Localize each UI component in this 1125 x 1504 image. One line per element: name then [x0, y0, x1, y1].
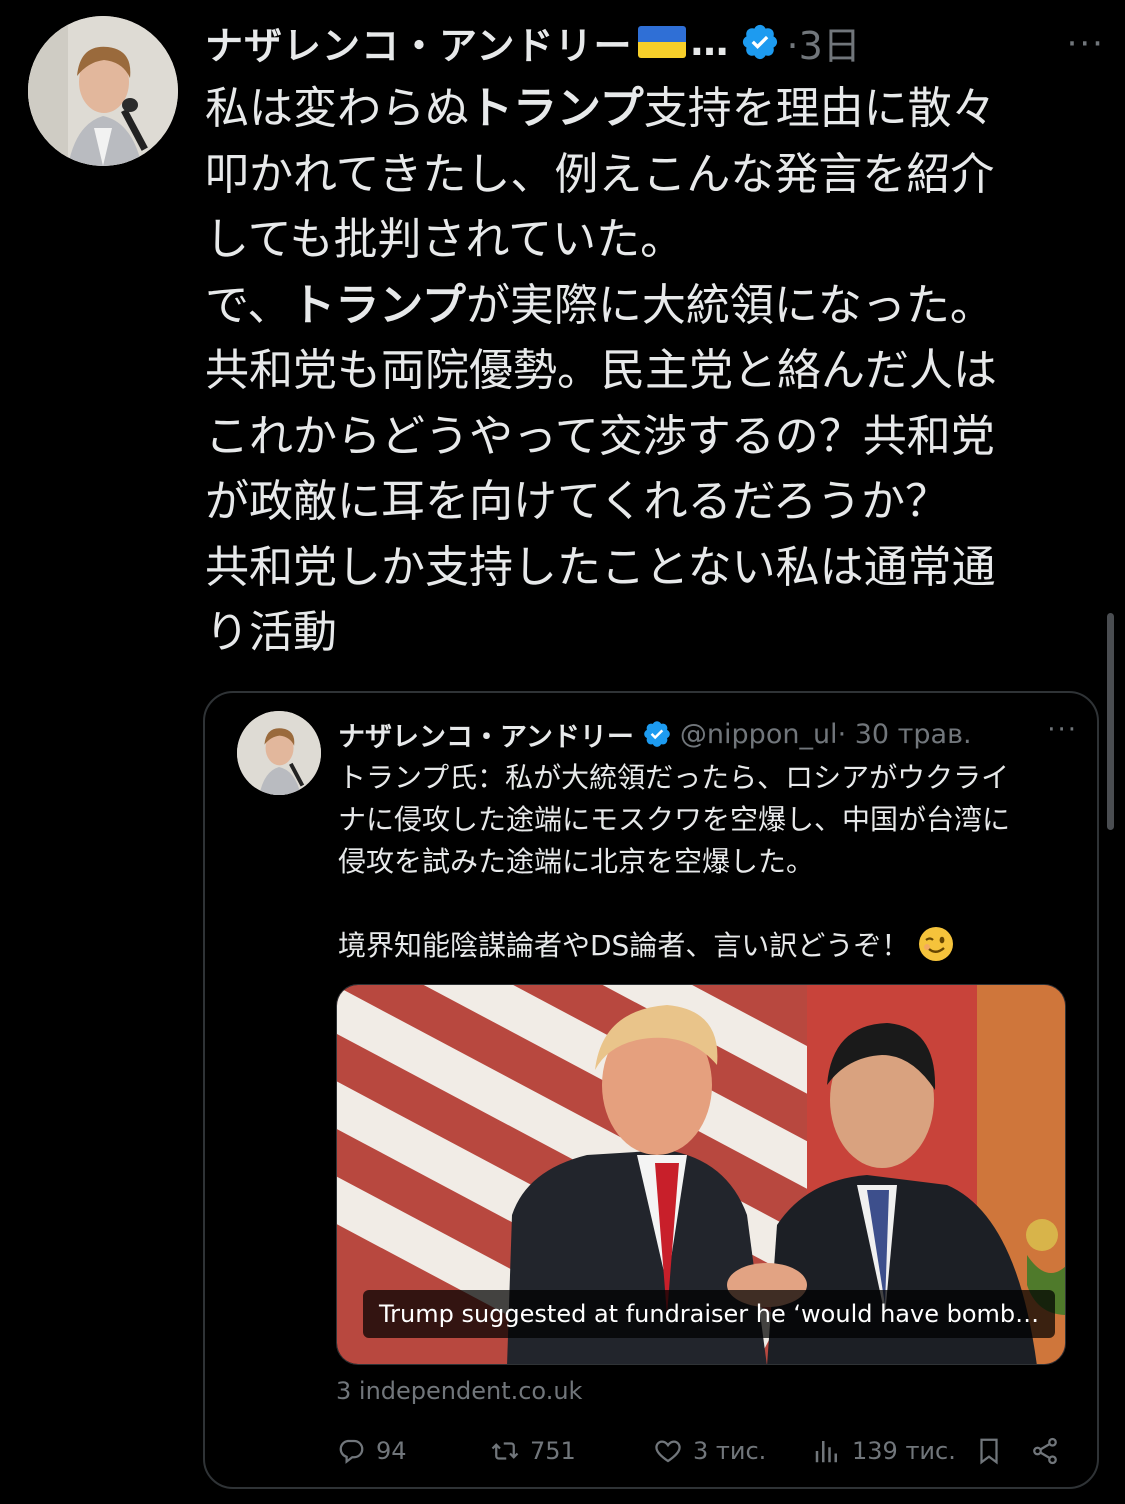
- name-truncation: …: [690, 20, 729, 64]
- share-icon: [1033, 1437, 1057, 1465]
- quote-time[interactable]: · 30 трав.: [838, 719, 972, 750]
- wink-emoji-icon: [919, 927, 954, 961]
- tweet-text-highlight: トランプ: [291, 279, 466, 331]
- like-count: 3 тис.: [693, 1437, 767, 1465]
- repost-count: 751: [530, 1437, 576, 1465]
- repost-icon: [491, 1442, 519, 1460]
- tweet-text-part: が実際に大統領になった。 共和党も両院優勢。民主党と絡んだ人は これからどうやっ…: [205, 279, 997, 659]
- bookmark-icon: [980, 1438, 998, 1465]
- verified-badge-icon: [743, 24, 778, 60]
- author-avatar[interactable]: [28, 16, 178, 166]
- link-preview-image[interactable]: Trump suggested at fundraiser he ‘would …: [336, 984, 1066, 1365]
- quote-author-name[interactable]: ナザレンコ・アンドリー: [338, 715, 634, 754]
- link-source[interactable]: 3 independent.co.uk: [336, 1377, 582, 1405]
- like-icon: [655, 1440, 681, 1463]
- bookmark-button[interactable]: [974, 1433, 1014, 1469]
- quote-text-content: トランプ氏：私が大統領だったら、ロシアがウクライ ナに侵攻した途端にモスクワを空…: [338, 761, 1011, 962]
- tweet-text-part: 私は変わらぬ: [205, 83, 469, 134]
- views-button[interactable]: 139 тис.: [812, 1433, 956, 1469]
- verified-badge-icon: [644, 721, 670, 747]
- repost-button[interactable]: 751: [490, 1433, 576, 1469]
- views-count: 139 тис.: [852, 1437, 956, 1465]
- tweet-time[interactable]: ·3日: [786, 15, 860, 70]
- reply-button[interactable]: 94: [336, 1433, 407, 1469]
- action-bar: 94 751 3 тис. 139 тис.: [336, 1433, 1071, 1469]
- tweet-text-highlight: トランプ: [469, 83, 644, 134]
- views-icon: [815, 1441, 837, 1463]
- quote-author-avatar[interactable]: [237, 711, 321, 795]
- quoted-tweet[interactable]: ナザレンコ・アンドリー @nippon_ul · 30 трав. ··· トラ…: [203, 691, 1099, 1489]
- link-preview-caption: Trump suggested at fundraiser he ‘would …: [363, 1290, 1056, 1338]
- scrollbar[interactable]: [1107, 613, 1114, 830]
- tweet-text: 私は変わらぬトランプ支持を理由に散々 叩かれてきたし、例えこんな発言を紹介 して…: [205, 76, 1085, 666]
- author-name[interactable]: ナザレンコ・アンドリー: [205, 15, 632, 70]
- ukraine-flag-icon: [638, 26, 687, 58]
- reply-icon: [339, 1439, 364, 1464]
- reply-count: 94: [376, 1437, 407, 1465]
- quote-handle[interactable]: @nippon_ul: [680, 719, 838, 750]
- share-button[interactable]: [1030, 1433, 1070, 1469]
- more-icon[interactable]: ···: [1047, 715, 1078, 745]
- tweet-header: ナザレンコ・アンドリー … ·3日 ···: [205, 14, 1105, 70]
- like-button[interactable]: 3 тис.: [653, 1433, 766, 1469]
- quote-header: ナザレンコ・アンドリー @nippon_ul · 30 трав. ···: [338, 715, 1078, 753]
- quote-text: トランプ氏：私が大統領だったら、ロシアがウクライ ナに侵攻した途端にモスクワを空…: [338, 757, 1078, 967]
- more-icon[interactable]: ···: [1067, 24, 1105, 64]
